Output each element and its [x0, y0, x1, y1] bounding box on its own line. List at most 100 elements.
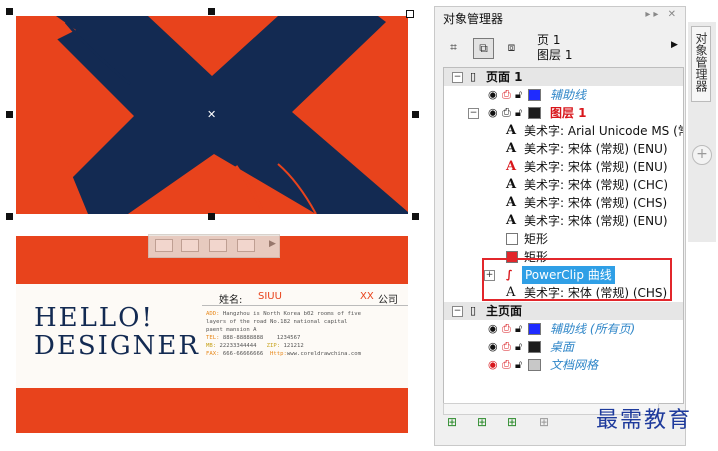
- drawing-canvas[interactable]: ✕ HELLO! DESIGNER 姓名: SIUU XX 公司 ADD: Ha…: [0, 0, 432, 451]
- card-back[interactable]: HELLO! DESIGNER 姓名: SIUU XX 公司 ADD: Hang…: [16, 236, 408, 433]
- printer-icon[interactable]: ⎙: [502, 86, 511, 104]
- tree-row-text[interactable]: A 美术字: 宋体 (常规) (ENU): [444, 140, 683, 158]
- selection-handle[interactable]: [208, 8, 215, 15]
- selection-handle[interactable]: [6, 213, 13, 220]
- fax-value: 666-66666666: [222, 351, 264, 357]
- tree-row-layer[interactable]: ◉ ⎙ 🔓︎ 辅助线: [444, 86, 683, 104]
- edit-contents-icon[interactable]: [209, 239, 227, 252]
- object-tree[interactable]: − ▯ 页面 1 ◉ ⎙ 🔓︎ 辅助线 − ◉ ⎙ 🔓︎ 图层 1 A 美术字:…: [443, 67, 684, 404]
- divider: [202, 305, 408, 306]
- tree-label: 辅助线 (所有页): [550, 322, 636, 336]
- lock-icon[interactable]: 🔓︎: [515, 320, 522, 338]
- tree-row-master-page[interactable]: − ▯ 主页面: [444, 302, 683, 320]
- layer-color-swatch[interactable]: [528, 323, 541, 335]
- addr-line: paent mansion A: [206, 327, 257, 333]
- tree-label: 页面 1: [486, 70, 523, 84]
- eye-icon[interactable]: ◉: [488, 338, 498, 356]
- addr-line: Hangzhou is North Korea b02 rooms of fiv…: [222, 311, 361, 317]
- collapse-icon[interactable]: −: [468, 108, 479, 119]
- tree-row-text[interactable]: A 美术字: 宋体 (常规) (CHC): [444, 176, 683, 194]
- collapse-icon[interactable]: −: [452, 306, 463, 317]
- new-master-layer-icon[interactable]: ⊞: [477, 415, 487, 429]
- tree-row-text[interactable]: A 美术字: 宋体 (常规) (ENU): [444, 212, 683, 230]
- tree-row-layer[interactable]: − ◉ ⎙ 🔓︎ 图层 1: [444, 104, 683, 122]
- watermark: 最需教育: [596, 408, 693, 433]
- layer-color-swatch[interactable]: [528, 107, 541, 119]
- artistic-text-icon: A: [506, 123, 517, 138]
- artistic-text-icon: A: [506, 177, 517, 192]
- rotation-center-icon[interactable]: ✕: [207, 109, 216, 120]
- panel-menu-icon[interactable]: ▶: [671, 40, 678, 50]
- tree-row-layer[interactable]: ◉ ⎙ 🔓︎ 文档网格: [444, 356, 683, 374]
- lock-icon[interactable]: 🔓︎: [515, 104, 522, 122]
- selection-handle[interactable]: [6, 8, 13, 15]
- layer-color-swatch[interactable]: [528, 359, 541, 371]
- tree-row-text[interactable]: A 美术字: 宋体 (常规) (ENU): [444, 158, 683, 176]
- lock-icon[interactable]: 🔓︎: [515, 338, 522, 356]
- artistic-text-icon: A: [506, 195, 517, 210]
- lock-icon[interactable]: 🔓︎: [515, 86, 522, 104]
- lock-contents-icon[interactable]: [237, 239, 255, 252]
- new-layer-icon[interactable]: ⊞: [447, 415, 457, 429]
- company-label: 公司: [378, 295, 398, 306]
- tree-label: 图层 1: [550, 106, 587, 120]
- lock-icon[interactable]: 🔓︎: [515, 356, 522, 374]
- printer-icon[interactable]: ⎙: [502, 338, 511, 356]
- page-icon: ▯: [470, 304, 477, 317]
- selection-handle[interactable]: [412, 111, 419, 118]
- frame-icon[interactable]: [181, 239, 199, 252]
- object-properties-icon[interactable]: ⌗: [443, 38, 464, 59]
- panel-window-controls[interactable]: ▸▸ ✕: [645, 9, 679, 20]
- artistic-text-icon: A: [506, 159, 517, 174]
- headline: HELLO! DESIGNER: [34, 304, 200, 360]
- selection-handle[interactable]: [412, 213, 419, 220]
- add-docker-icon[interactable]: +: [692, 145, 712, 165]
- tree-label: 美术字: 宋体 (常规) (ENU): [524, 214, 668, 228]
- tree-row-layer[interactable]: ◉ ⎙ 🔓︎ 桌面: [444, 338, 683, 356]
- layer-color-swatch[interactable]: [528, 341, 541, 353]
- show-layers-icon[interactable]: ⧉: [473, 38, 494, 59]
- fax-key: FAX:: [206, 351, 220, 357]
- tree-label: 美术字: 宋体 (常规) (CHC): [524, 178, 668, 192]
- printer-icon[interactable]: ⎙: [502, 356, 511, 374]
- tree-row-text[interactable]: A 美术字: 宋体 (常规) (CHS): [444, 194, 683, 212]
- http-key: Http:: [270, 351, 287, 357]
- layer-manager-icon[interactable]: ⧈: [501, 38, 522, 59]
- tree-label: 主页面: [486, 304, 523, 318]
- layer-color-swatch[interactable]: [528, 89, 541, 101]
- tree-label: 桌面: [550, 340, 575, 354]
- printer-icon[interactable]: ⎙: [502, 104, 511, 122]
- addr-line: layers of the road No.182 national capit…: [206, 319, 348, 325]
- zip-key: ZIP:: [266, 343, 281, 349]
- align-icon[interactable]: [155, 239, 173, 252]
- tree-row-page[interactable]: − ▯ 页面 1: [444, 68, 683, 86]
- delete-icon[interactable]: ⊞: [539, 415, 549, 429]
- tree-row-layer[interactable]: ◉ ⎙ 🔓︎ 辅助线 (所有页): [444, 320, 683, 338]
- artistic-text-icon: A: [506, 141, 517, 156]
- page-icon: ▯: [470, 70, 477, 83]
- contact-block: ADD: Hangzhou is North Korea b02 rooms o…: [206, 310, 406, 358]
- collapse-icon[interactable]: −: [452, 72, 463, 83]
- eye-icon[interactable]: ◉: [488, 104, 498, 122]
- selection-handle[interactable]: [208, 213, 215, 220]
- new-master-layer-odd-icon[interactable]: ⊞: [507, 415, 517, 429]
- printer-icon[interactable]: ⎙: [502, 320, 511, 338]
- qq-value: 1234567: [276, 335, 301, 341]
- name-label: 姓名:: [219, 295, 243, 306]
- eye-icon[interactable]: ◉: [488, 356, 498, 374]
- addr-key: ADD:: [206, 311, 220, 317]
- name-value: SIUU: [258, 291, 282, 302]
- http-value: www.coreldrawchina.com: [286, 351, 361, 357]
- eye-icon[interactable]: ◉: [488, 320, 498, 338]
- chevron-right-icon[interactable]: ▶: [269, 239, 276, 249]
- headline-line: DESIGNER: [34, 331, 200, 361]
- tree-row-rectangle[interactable]: 矩形: [444, 230, 683, 248]
- layer-label: 图层 1: [537, 48, 573, 62]
- tree-label: 美术字: 宋体 (常规) (ENU): [524, 142, 668, 156]
- selection-handle[interactable]: [6, 111, 13, 118]
- selection-handle[interactable]: [406, 10, 414, 18]
- floating-toolbar[interactable]: ▶: [148, 234, 280, 258]
- tree-row-text[interactable]: A 美术字: Arial Unicode MS (常规: [444, 122, 683, 140]
- eye-icon[interactable]: ◉: [488, 86, 498, 104]
- mb-value: 22233344444: [219, 343, 257, 349]
